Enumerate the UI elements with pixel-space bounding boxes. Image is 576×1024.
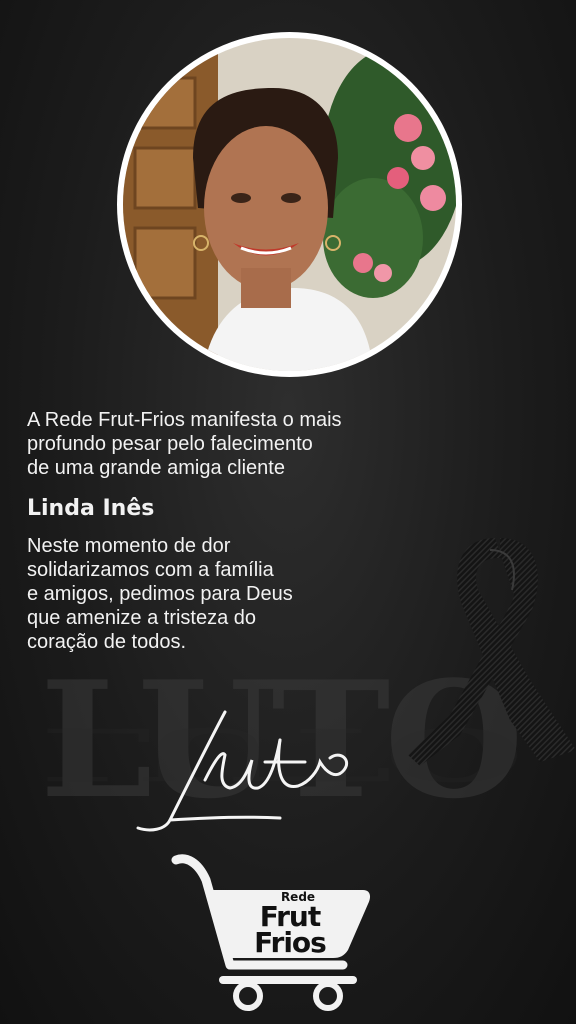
portrait-photo [123, 38, 456, 371]
intro-line: profundo pesar pelo falecimento [27, 433, 313, 455]
deceased-name: Linda Inês [27, 496, 155, 521]
logo-line-frios: Frios [254, 926, 327, 959]
message-line: solidarizamos com a família [27, 559, 274, 581]
rede-frut-frios-logo: Rede Frut Frios [168, 850, 378, 1015]
condolence-message: Neste momento de dor solidarizamos com a… [27, 534, 427, 654]
intro-line: A Rede Frut-Frios manifesta o mais [27, 409, 342, 431]
message-line: e amigos, pedimos para Deus [27, 583, 293, 605]
message-line: Neste momento de dor [27, 535, 231, 557]
script-luto-lettering [136, 710, 349, 832]
message-line: que amenize a tristeza do [27, 607, 257, 629]
intro-line: de uma grande amiga cliente [27, 457, 285, 479]
message-line: coração de todos. [27, 631, 186, 653]
portrait-image [123, 38, 456, 371]
intro-text: A Rede Frut-Frios manifesta o mais profu… [27, 408, 427, 480]
